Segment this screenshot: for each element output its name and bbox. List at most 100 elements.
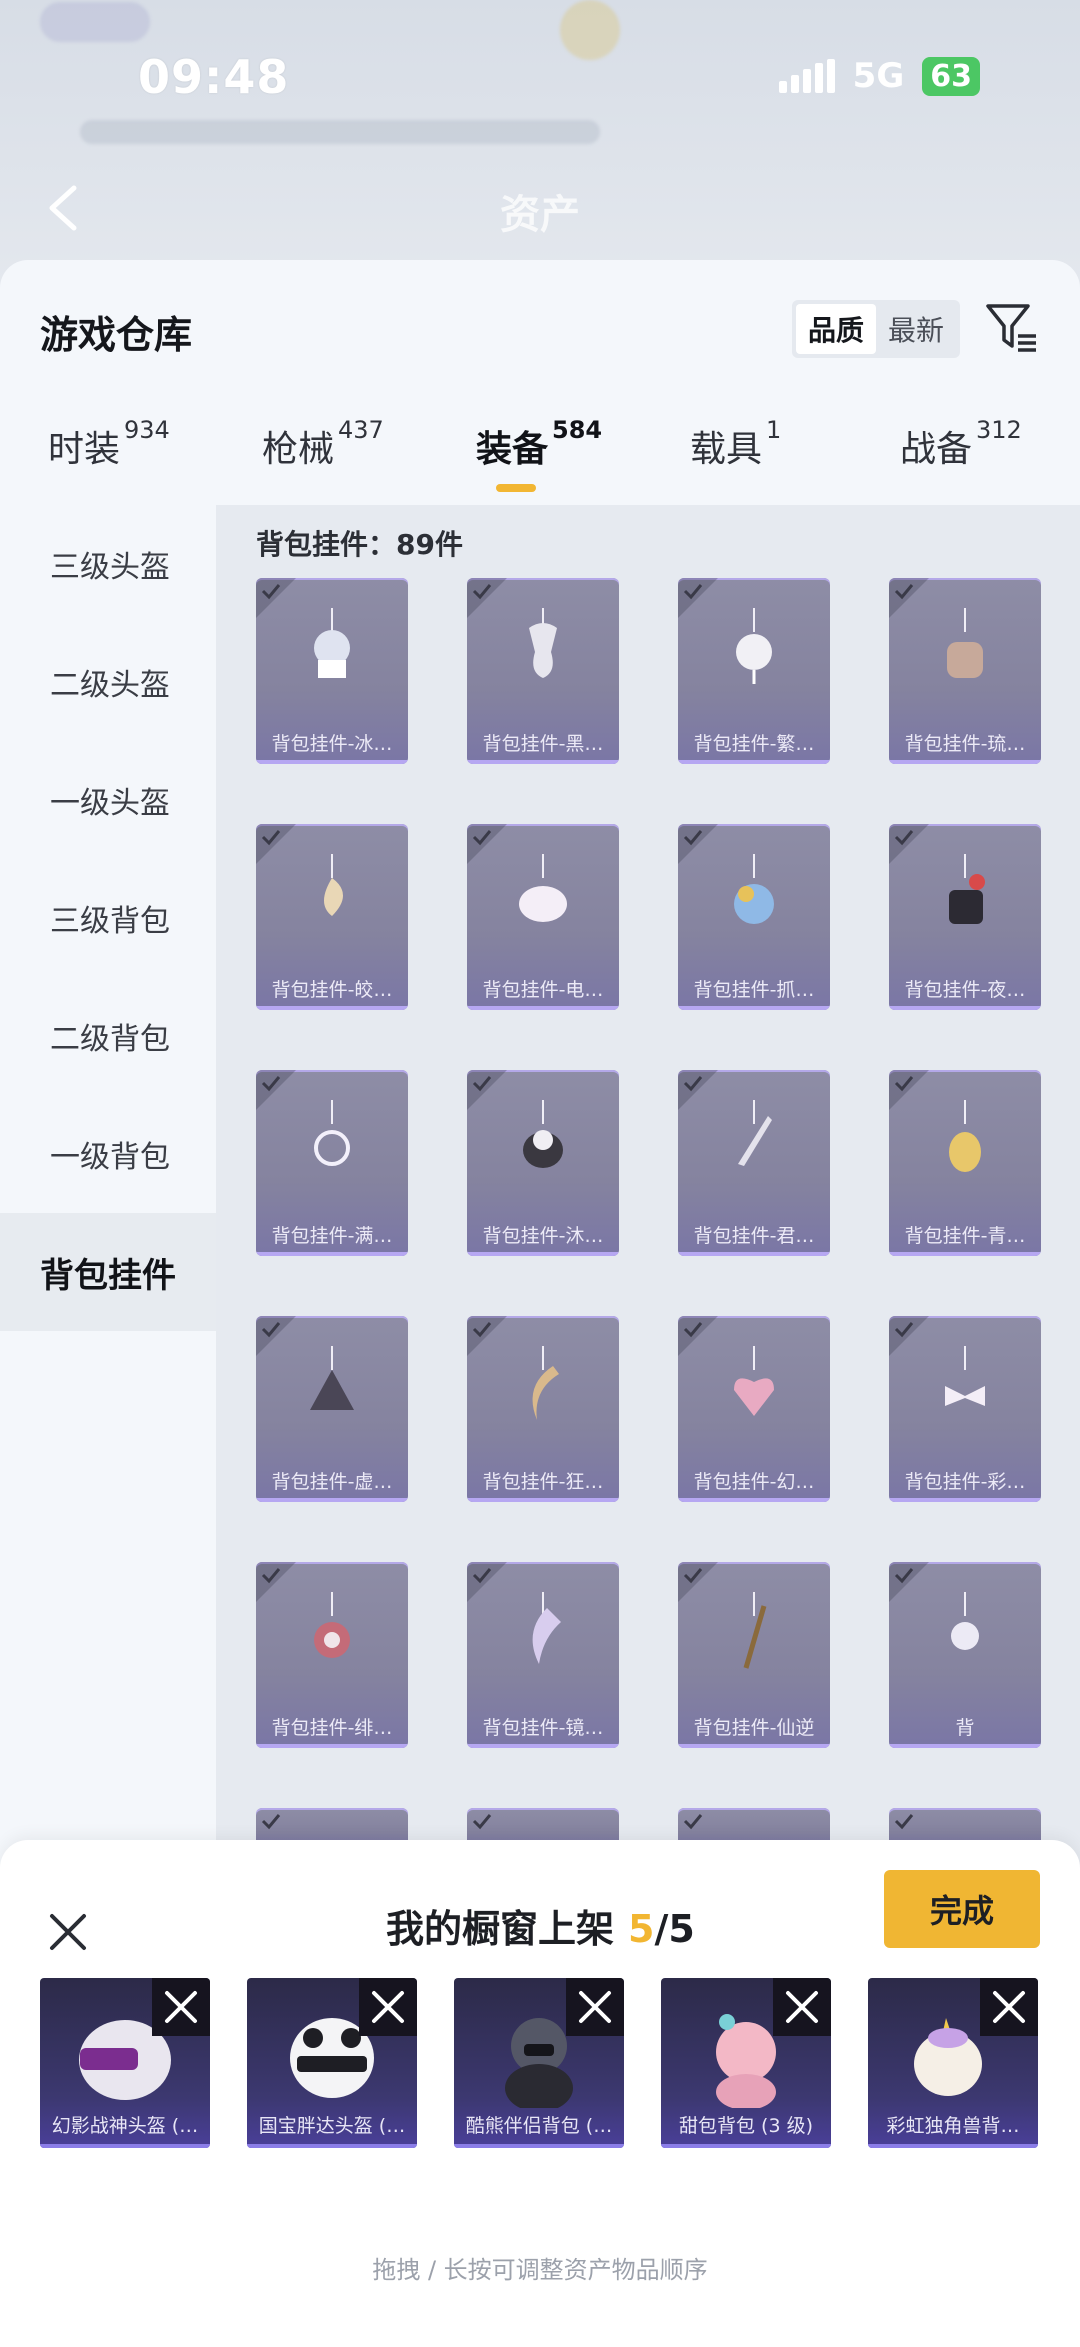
check-icon <box>261 1814 281 1830</box>
item-card-label: 背包挂件-仙逆 <box>693 1717 815 1739</box>
showcase-slot[interactable]: 甜包背包 (3 级) <box>661 1978 831 2148</box>
remove-slot-button[interactable] <box>566 1978 624 2036</box>
close-icon <box>372 1991 404 2023</box>
item-image-icon <box>314 608 350 678</box>
item-card[interactable]: 背包挂件-琉… <box>889 578 1041 764</box>
sidebar-item-backpack-lv3[interactable]: 三级背包 <box>0 859 216 977</box>
item-card[interactable]: 背包挂件-沐… <box>467 1070 619 1256</box>
sort-toggle: 品质 最新 <box>792 300 960 358</box>
item-card[interactable]: 背包挂件-抓… <box>678 824 830 1010</box>
item-image-icon <box>734 1346 774 1416</box>
check-icon <box>894 1568 914 1584</box>
item-image-icon <box>529 608 557 678</box>
remove-slot-button[interactable] <box>152 1978 210 2036</box>
item-image-icon <box>519 854 567 922</box>
item-card[interactable]: 背包挂件-皎… <box>256 824 408 1010</box>
sidebar-item-backpack-lv2[interactable]: 二级背包 <box>0 977 216 1095</box>
item-card[interactable]: 背包挂件-虚… <box>256 1316 408 1502</box>
header-title: 资产 <box>500 192 580 238</box>
showcase-slot[interactable]: 彩虹独角兽背… <box>868 1978 1038 2148</box>
item-image-icon <box>947 608 983 678</box>
tab-combat-gear[interactable]: 战备 312 <box>900 416 1022 472</box>
item-card[interactable]: 背包挂件-夜… <box>889 824 1041 1010</box>
check-icon <box>261 1076 281 1092</box>
close-icon <box>993 1991 1025 2023</box>
remove-slot-button[interactable] <box>359 1978 417 2036</box>
item-card-label: 背包挂件-绯… <box>271 1717 393 1739</box>
item-card[interactable]: 背包挂件-繁… <box>678 578 830 764</box>
item-card[interactable]: 背包挂件-冰… <box>256 578 408 764</box>
status-time: 09:48 <box>138 50 290 104</box>
remove-slot-button[interactable] <box>773 1978 831 2036</box>
item-card-label: 背包挂件-夜… <box>904 979 1026 1001</box>
slot-label: 国宝胖达头盔 (… <box>258 2115 406 2137</box>
blurred-badge <box>560 0 620 60</box>
item-image-icon <box>951 1592 979 1650</box>
item-card[interactable]: 背包挂件-镜… <box>467 1562 619 1748</box>
close-icon[interactable] <box>44 1908 92 1956</box>
showcase-total-count: /5 <box>654 1907 695 1951</box>
showcase-slot[interactable]: 酷熊伴侣背包 (… <box>454 1978 624 2148</box>
sidebar-item-backpack-charm[interactable]: 背包挂件 <box>0 1213 216 1331</box>
item-count-label: 背包挂件：89件 <box>256 528 463 561</box>
check-icon <box>472 830 492 846</box>
close-icon <box>579 1991 611 2023</box>
back-arrow-icon[interactable] <box>38 180 94 236</box>
showcase-slot[interactable]: 幻影战神头盔 (… <box>40 1978 210 2148</box>
network-label: 5G <box>852 56 905 96</box>
item-image-icon <box>738 1100 772 1166</box>
showcase-slot[interactable]: 国宝胖达头盔 (… <box>247 1978 417 2148</box>
close-icon <box>786 1991 818 2023</box>
item-card-label: 背包挂件-琉… <box>904 733 1026 755</box>
filter-icon[interactable] <box>984 300 1040 356</box>
sidebar-item-helmet-lv1[interactable]: 一级头盔 <box>0 741 216 859</box>
item-card[interactable]: 背 <box>889 1562 1041 1748</box>
battery-icon: 63 <box>922 56 980 96</box>
sidebar-item-backpack-lv1[interactable]: 一级背包 <box>0 1095 216 1213</box>
item-card[interactable]: 背包挂件-幻… <box>678 1316 830 1502</box>
sort-latest-button[interactable]: 最新 <box>876 304 956 354</box>
item-card[interactable]: 背包挂件-黑… <box>467 578 619 764</box>
header-nav: 资产 <box>0 160 1080 260</box>
tab-fashion[interactable]: 时装 934 <box>48 416 170 472</box>
item-image-icon <box>736 608 772 684</box>
item-image-icon <box>324 854 343 916</box>
showcase-current-count: 5 <box>628 1907 655 1951</box>
tab-weapons[interactable]: 枪械 437 <box>262 416 384 472</box>
remove-slot-button[interactable] <box>980 1978 1038 2036</box>
sidebar-item-helmet-lv3[interactable]: 三级头盔 <box>0 505 216 623</box>
item-card[interactable]: 背包挂件-绯… <box>256 1562 408 1748</box>
item-image-icon <box>314 1100 350 1166</box>
sidebar-item-helmet-lv2[interactable]: 二级头盔 <box>0 623 216 741</box>
item-card-label: 背包挂件-皎… <box>271 979 393 1001</box>
item-card-label: 背包挂件-抓… <box>693 979 815 1001</box>
item-card[interactable]: 背包挂件-满… <box>256 1070 408 1256</box>
check-icon <box>472 1814 492 1830</box>
item-image-icon <box>734 854 774 924</box>
item-card[interactable]: 背包挂件-君… <box>678 1070 830 1256</box>
item-card[interactable]: 背包挂件-仙逆 <box>678 1562 830 1748</box>
blurred-avatar <box>40 2 150 42</box>
item-image-icon <box>949 1100 981 1172</box>
item-card[interactable]: 背包挂件-狂… <box>467 1316 619 1502</box>
check-icon <box>894 584 914 600</box>
item-card-label: 背包挂件-满… <box>271 1225 393 1247</box>
check-icon <box>683 1814 703 1830</box>
panel-title: 游戏仓库 <box>40 313 193 357</box>
done-button[interactable]: 完成 <box>884 1870 1040 1948</box>
item-card-label: 背包挂件-镜… <box>482 1717 604 1739</box>
check-icon <box>683 1076 703 1092</box>
item-image-icon <box>310 1346 354 1410</box>
sort-quality-button[interactable]: 品质 <box>796 304 876 354</box>
item-card[interactable]: 背包挂件-青… <box>889 1070 1041 1256</box>
slot-label: 甜包背包 (3 级) <box>679 2115 813 2137</box>
check-icon <box>894 1322 914 1338</box>
item-card-label: 背包挂件-君… <box>693 1225 815 1247</box>
item-card[interactable]: 背包挂件-彩… <box>889 1316 1041 1502</box>
showcase-title: 我的橱窗上架 5 /5 <box>386 1898 695 1953</box>
tab-equipment[interactable]: 装备 584 <box>476 416 602 472</box>
item-card[interactable]: 背包挂件-电… <box>467 824 619 1010</box>
tab-vehicles[interactable]: 载具 1 <box>690 416 781 472</box>
item-card-label: 背包挂件-电… <box>482 979 604 1001</box>
item-card-label: 背包挂件-黑… <box>482 733 604 755</box>
